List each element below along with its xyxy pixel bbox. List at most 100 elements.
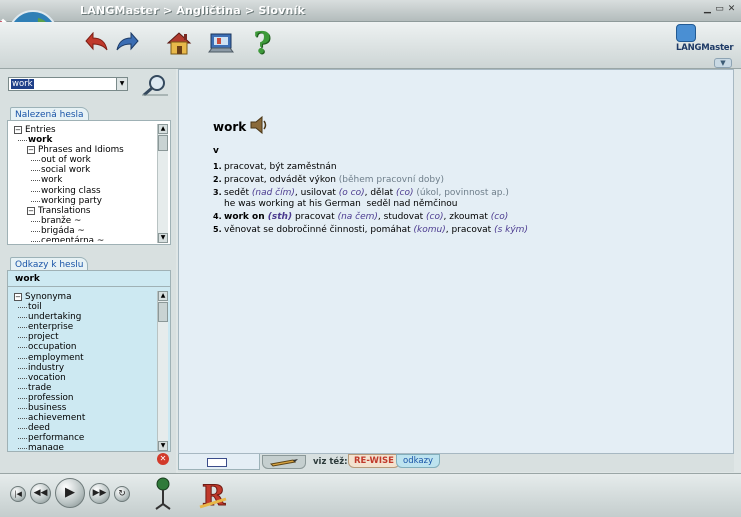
tree-item-label: industry (28, 362, 65, 373)
speaker-icon[interactable] (249, 114, 269, 136)
maximize-button[interactable]: ▭ (714, 4, 725, 15)
tree-connector (18, 428, 27, 430)
tree-item[interactable]: project (14, 332, 154, 342)
tree-connector (31, 200, 40, 202)
sense-item: 3. sedět (nad čím), usilovat (o co), děla… (213, 187, 509, 210)
tree-expander-icon[interactable]: − (14, 126, 22, 134)
tree-item-label: occupation (28, 342, 77, 353)
tree-item[interactable]: − Entries (14, 125, 154, 135)
links-headword: work (15, 274, 40, 284)
tree-item[interactable]: undertaking (14, 312, 154, 322)
tree-connector (18, 418, 27, 420)
tree-item[interactable]: cementárna ~ (14, 236, 154, 242)
search-icon[interactable] (140, 73, 170, 97)
back-arrow-icon[interactable] (84, 28, 110, 58)
forward-arrow-icon[interactable] (114, 28, 140, 58)
entry-links-panel: work − Synonyma toil undertaking enterprise p… (7, 270, 171, 452)
tree-item[interactable]: vocation (14, 373, 154, 383)
repeat-icon[interactable]: ↻ (114, 486, 130, 502)
sense-number: 5. (213, 225, 222, 234)
sense-item: 1. pracovat, být zaměstnán (213, 161, 337, 173)
tree-expander-icon[interactable]: − (27, 146, 35, 155)
close-icon[interactable]: ✕ (157, 453, 169, 465)
tree-item[interactable]: occupation (14, 342, 154, 352)
sense-text: (s kým) (494, 225, 528, 235)
scroll-down-icon[interactable]: ▼ (158, 233, 168, 243)
tree-item-label: Synonyma (25, 292, 72, 302)
found-tree-scrollbar[interactable]: ▲ ▼ (157, 124, 168, 243)
rewind-start-icon[interactable]: |◀ (10, 486, 26, 502)
tree-item[interactable]: working party (14, 196, 154, 206)
langmaster-logo-icon (676, 24, 696, 42)
minimize-button[interactable]: ▁ (702, 4, 713, 15)
sense-text: , usilovat (294, 188, 339, 198)
tree-item[interactable]: business (14, 403, 154, 413)
tree-item-label: enterprise (28, 322, 74, 333)
search-input[interactable]: work (11, 79, 34, 89)
close-window-button[interactable]: ✕ (726, 4, 737, 15)
tree-item[interactable]: branže ~ (14, 216, 154, 226)
fast-forward-icon[interactable]: ▶▶ (89, 483, 110, 504)
tree-item[interactable]: − Translations (14, 206, 154, 216)
entry-headword: work (213, 120, 247, 134)
tree-item-label: vocation (28, 372, 66, 383)
tree-item[interactable]: industry (14, 363, 154, 373)
chevron-down-icon[interactable]: ▼ (714, 58, 732, 68)
computer-book-icon[interactable] (206, 28, 236, 58)
tree-item[interactable]: − Synonyma (14, 292, 154, 302)
tree-item[interactable]: social work (14, 165, 154, 175)
tree-item-label: undertaking (28, 312, 82, 323)
scroll-thumb[interactable] (158, 135, 168, 151)
tree-item[interactable]: performance (14, 433, 154, 443)
tree-item[interactable]: toil (14, 302, 154, 312)
tree-item[interactable]: manage (14, 443, 154, 450)
tree-item[interactable]: trade (14, 383, 154, 393)
tree-connector (31, 160, 40, 162)
search-combobox[interactable]: work ▼ (8, 77, 128, 91)
scroll-down-icon[interactable]: ▼ (158, 441, 168, 451)
tree-connector (18, 327, 27, 329)
links-tab[interactable]: odkazy (396, 454, 441, 468)
tree-item[interactable]: working class (14, 186, 154, 196)
tree-connector (18, 347, 27, 349)
play-icon[interactable]: ▶ (55, 478, 85, 508)
tree-item-label: working class (41, 185, 101, 196)
tree-item[interactable]: employment (14, 353, 154, 363)
help-icon[interactable]: ? (250, 26, 274, 61)
sense-text: (co) (396, 188, 414, 198)
rewind-icon[interactable]: ◀◀ (30, 483, 51, 504)
tree-item[interactable]: achievement (14, 413, 154, 423)
scroll-thumb[interactable] (158, 302, 168, 322)
rewise-tab[interactable]: RE-WISE (348, 454, 400, 468)
sense-number: 4. (213, 212, 222, 221)
home-icon[interactable] (164, 28, 194, 58)
microphone-icon[interactable] (150, 476, 176, 512)
scroll-up-icon[interactable]: ▲ (158, 124, 168, 134)
tree-item-label: deed (28, 423, 50, 434)
divider (8, 286, 170, 287)
tree-expander-icon[interactable]: − (27, 206, 35, 215)
tree-connector (18, 438, 27, 440)
tree-item[interactable]: profession (14, 393, 154, 403)
tree-item[interactable]: brigáda ~ (14, 226, 154, 236)
tree-item[interactable]: out of work (14, 155, 154, 165)
rewise-icon[interactable]: R (196, 477, 230, 513)
tab-pencil[interactable] (262, 455, 306, 469)
sense-text: , dělat (364, 188, 397, 198)
scroll-up-icon[interactable]: ▲ (158, 291, 168, 301)
sense-text: (co) (490, 212, 509, 222)
found-tree-list: − Entries work − Phrases and Idioms out of wo… (14, 125, 154, 242)
sense-text: pracovat (292, 212, 338, 222)
tree-item[interactable]: deed (14, 423, 154, 433)
tree-item-label: out of work (41, 155, 91, 166)
tree-item[interactable]: − Phrases and Idioms (14, 145, 154, 155)
tree-item[interactable]: work (14, 175, 154, 185)
sense-text: (co) (426, 212, 444, 222)
tab-note[interactable] (178, 454, 260, 470)
tree-item[interactable]: enterprise (14, 322, 154, 332)
tree-expander-icon[interactable]: − (14, 293, 22, 301)
tree-connector (18, 397, 27, 399)
chevron-down-icon[interactable]: ▼ (116, 78, 127, 90)
tree-item[interactable]: work (14, 135, 154, 145)
links-tree-scrollbar[interactable]: ▲ ▼ (157, 291, 168, 451)
